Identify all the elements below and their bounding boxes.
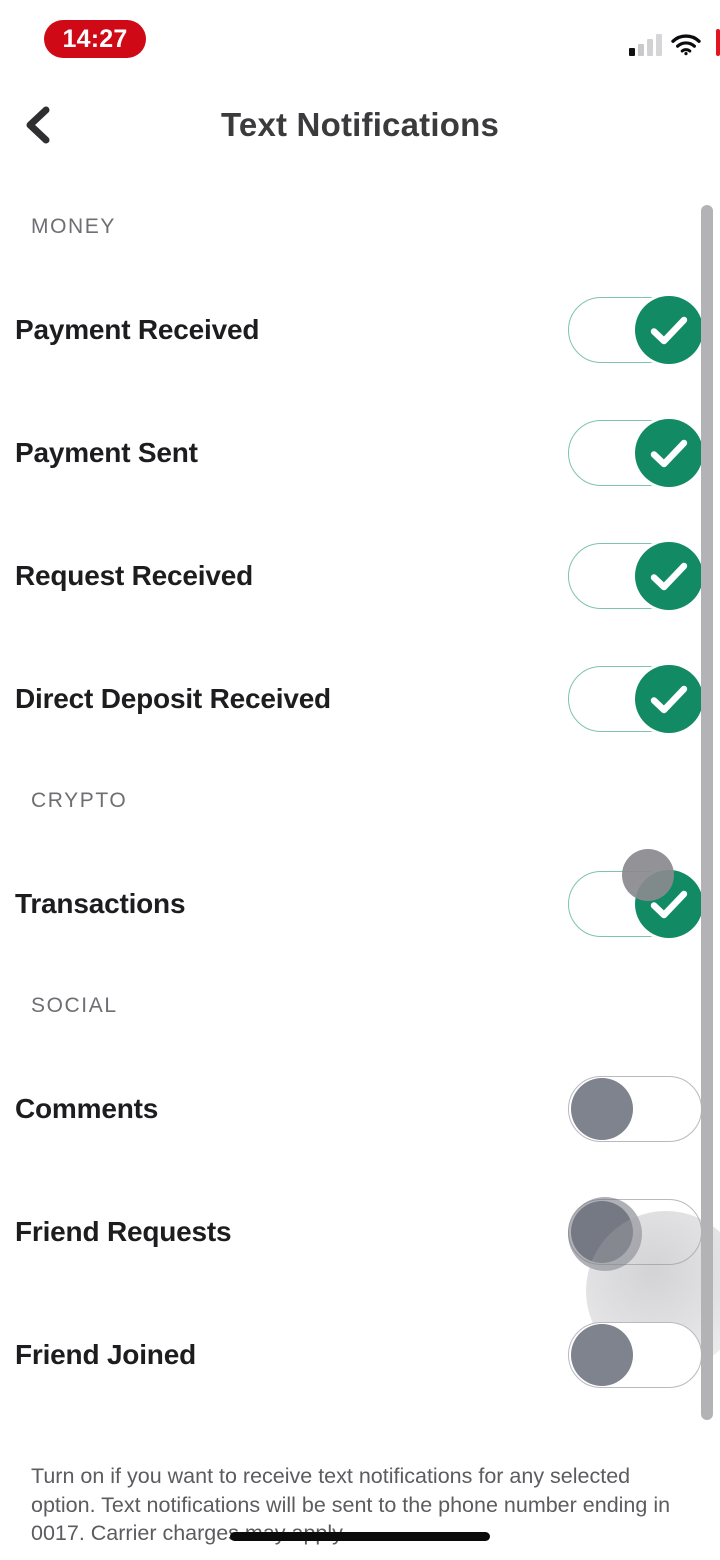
settings-row[interactable]: Direct Deposit Received bbox=[0, 637, 720, 760]
check-icon bbox=[650, 439, 688, 467]
section-header-money: MONEY bbox=[31, 215, 117, 238]
toggle-knob-ripple-core bbox=[568, 1196, 642, 1271]
check-icon bbox=[650, 685, 688, 713]
toggle-switch[interactable] bbox=[568, 541, 703, 610]
settings-row[interactable]: Request Received bbox=[0, 514, 720, 637]
home-indicator bbox=[230, 1532, 490, 1541]
status-bar-time: 14:27 bbox=[62, 24, 128, 53]
settings-row[interactable]: Comments bbox=[0, 1047, 720, 1170]
status-bar: 14:27 bbox=[0, 0, 720, 80]
row-label: Payment Sent bbox=[15, 436, 198, 468]
row-label: Friend Joined bbox=[15, 1338, 196, 1370]
toggle-knob bbox=[635, 664, 703, 733]
toggle-knob-ghost bbox=[622, 848, 674, 901]
row-label: Comments bbox=[15, 1092, 159, 1124]
toggle-knob bbox=[571, 1323, 633, 1386]
check-icon bbox=[650, 562, 688, 590]
toggle-switch[interactable] bbox=[568, 418, 703, 487]
settings-row[interactable]: Friend Joined bbox=[0, 1293, 720, 1416]
check-icon bbox=[650, 316, 688, 344]
row-label: Payment Received bbox=[15, 313, 260, 345]
toggle-switch[interactable] bbox=[568, 1321, 702, 1388]
toggle-switch[interactable] bbox=[568, 664, 703, 733]
row-label: Request Received bbox=[15, 559, 254, 591]
settings-row[interactable]: Payment Received bbox=[0, 268, 720, 391]
toggle-knob bbox=[635, 418, 703, 487]
settings-row[interactable]: Payment Sent bbox=[0, 391, 720, 514]
toggle-knob bbox=[635, 295, 703, 364]
settings-row[interactable]: Friend Requests bbox=[0, 1170, 720, 1371]
app-header: Text Notifications bbox=[0, 92, 720, 162]
toggle-knob bbox=[571, 1077, 633, 1140]
section-header-crypto: CRYPTO bbox=[31, 789, 128, 812]
status-bar-icons bbox=[629, 26, 720, 56]
recording-time-pill: 14:27 bbox=[44, 20, 146, 58]
toggle-knob bbox=[635, 541, 703, 610]
signal-bars-icon bbox=[629, 34, 662, 56]
page-title: Text Notifications bbox=[220, 106, 499, 143]
battery-icon bbox=[716, 29, 720, 56]
toggle-switch[interactable] bbox=[568, 848, 703, 938]
settings-row[interactable]: Transactions bbox=[0, 842, 720, 965]
toggle-switch[interactable] bbox=[568, 295, 703, 364]
settings-list: MONEY Payment Received Payment Sent Request… bbox=[0, 186, 720, 1416]
row-label: Direct Deposit Received bbox=[15, 682, 331, 714]
row-label: Transactions bbox=[15, 887, 186, 919]
screen: 14:27 Text Notifications MONEY Payment R… bbox=[0, 0, 720, 1560]
row-label: Friend Requests bbox=[15, 1215, 232, 1247]
section-header-social: SOCIAL bbox=[31, 994, 118, 1017]
wifi-icon bbox=[671, 34, 701, 56]
toggle-switch[interactable] bbox=[568, 1196, 720, 1371]
toggle-switch[interactable] bbox=[568, 1075, 702, 1142]
vertical-scrollbar[interactable] bbox=[701, 205, 713, 1420]
